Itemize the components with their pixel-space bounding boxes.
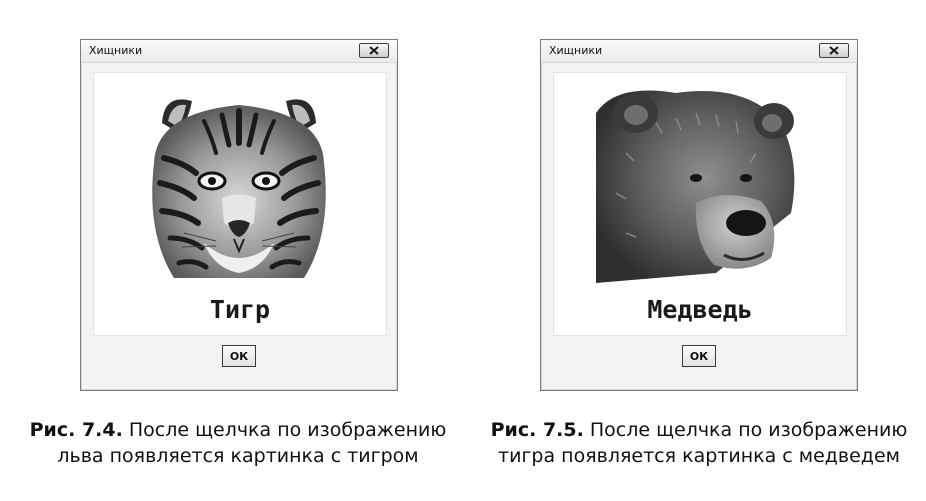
- figure-number: Рис. 7.4.: [29, 419, 123, 441]
- figure-text: После щелчка по изображению: [128, 419, 447, 441]
- close-icon: [369, 46, 379, 55]
- figure-caption-7-4: Рис. 7.4. После щелчка по изображению ль…: [18, 417, 458, 469]
- picture-panel: Медведь: [553, 72, 847, 336]
- title-bar[interactable]: Хищники: [541, 40, 857, 63]
- close-button[interactable]: [819, 43, 849, 58]
- figure-caption-line-2: тигра появляется картинка с медведем: [498, 445, 900, 467]
- figure-caption-line-1: Рис. 7.4. После щелчка по изображению: [18, 417, 458, 443]
- ok-button[interactable]: ОК: [222, 345, 256, 367]
- window-title: Хищники: [549, 44, 603, 57]
- figure-number: Рис. 7.5.: [490, 419, 584, 441]
- ok-button[interactable]: ОК: [682, 345, 716, 367]
- close-button[interactable]: [359, 43, 389, 58]
- tiger-picture[interactable]: [134, 83, 344, 293]
- close-icon: [829, 46, 839, 55]
- figure-caption-7-5: Рис. 7.5. После щелчка по изображению ти…: [476, 417, 922, 469]
- predators-window-bear: Хищники Медведь ОК: [540, 39, 858, 391]
- figure-text: После щелчка по изображению: [589, 419, 908, 441]
- window-title: Хищники: [89, 44, 143, 57]
- animal-caption: Медведь: [647, 295, 753, 324]
- figure-caption-line-2: льва появляется картинка с тигром: [57, 445, 419, 467]
- predators-window-tiger: Хищники Тигр ОК: [80, 39, 398, 391]
- animal-caption: Тигр: [209, 295, 271, 324]
- bear-picture[interactable]: [596, 83, 806, 293]
- picture-panel: Тигр: [93, 72, 387, 336]
- figure-caption-line-1: Рис. 7.5. После щелчка по изображению: [476, 417, 922, 443]
- title-bar[interactable]: Хищники: [81, 40, 397, 63]
